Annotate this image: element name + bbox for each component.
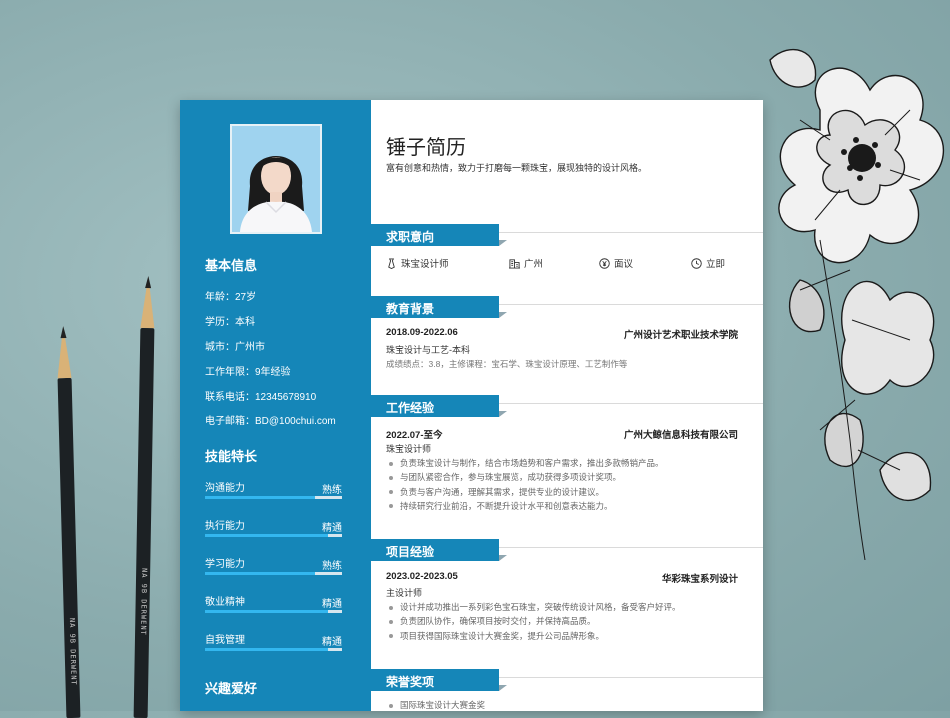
info-phone: 联系电话：12345678910: [205, 392, 317, 403]
skill-bar-fill: [205, 534, 329, 537]
education-major: 珠宝设计与工艺-本科: [386, 345, 470, 355]
list-item: 负责团队协作，确保项目按时交付，并保持高品质。: [386, 614, 681, 628]
pencil-brand-label: NA 9B DERWENT: [67, 617, 78, 686]
work-company: 广州大鲸信息科技有限公司: [623, 430, 738, 441]
skill-name: 执行能力: [205, 521, 245, 532]
skill-bar-fill: [205, 610, 329, 613]
skill-bar-fill: [205, 496, 315, 499]
skills-heading: 技能特长: [205, 449, 258, 464]
intent-position: 珠宝设计师: [386, 256, 449, 270]
section-title: 求职意向: [386, 230, 435, 244]
skill-bar-fill: [205, 572, 315, 575]
list-item: 负责珠宝设计与制作，结合市场趋势和客户需求，推出多款畅销产品。: [386, 456, 664, 470]
list-item: 负责与客户沟通，理解其需求，提供专业的设计建议。: [386, 485, 664, 499]
clock-icon: [691, 257, 702, 269]
section-header-intent: 求职意向: [371, 224, 507, 246]
list-item: 国际珠宝设计大赛金奖: [386, 698, 485, 712]
education-period: 2018.09-2022.06: [386, 327, 458, 338]
honors-bullets: 国际珠宝设计大赛金奖: [386, 698, 485, 712]
resume-sidebar: 基本信息 年龄：27岁 学历：本科 城市：广州市 工作年限：9年经验 联系电话：…: [180, 100, 371, 711]
intent-city: 广州: [509, 256, 543, 270]
section-title: 项目经验: [386, 545, 435, 559]
skill-level: 精通: [322, 599, 342, 610]
skill-level: 精通: [322, 637, 342, 648]
project-period: 2023.02-2023.05: [386, 571, 458, 582]
section-header-honors: 荣誉奖项: [371, 669, 507, 691]
skill-name: 沟通能力: [205, 483, 245, 494]
skill-level: 精通: [322, 523, 342, 534]
profile-photo: [230, 124, 322, 234]
building-icon: [509, 258, 520, 269]
hobbies-heading: 兴趣爱好: [205, 681, 258, 696]
section-title: 教育背景: [386, 302, 435, 316]
flower-illustration: [769, 49, 944, 560]
skill-level: 熟练: [322, 485, 342, 496]
education-school: 广州设计艺术职业技术学院: [623, 330, 738, 341]
skill-bar: [205, 534, 342, 537]
skill-bar-fill: [205, 648, 329, 651]
resume-sheet: 基本信息 年龄：27岁 学历：本科 城市：广州市 工作年限：9年经验 联系电话：…: [180, 100, 763, 711]
pencil-brand-label: NA 9B DERWENT: [139, 567, 149, 636]
intent-salary: 面议: [599, 256, 633, 270]
section-header-work: 工作经验: [371, 395, 507, 417]
intent-availability: 立即: [691, 256, 725, 270]
resume-main: 锤子简历 富有创意和热情，致力于打磨每一颗珠宝，展现独特的设计风格。 求职意向 …: [371, 100, 763, 711]
section-header-project: 项目经验: [371, 539, 507, 561]
section-title: 工作经验: [386, 401, 435, 415]
skill-level: 熟练: [322, 561, 342, 572]
intent-position-text: 珠宝设计师: [401, 259, 449, 270]
skill-bar: [205, 572, 342, 575]
intent-city-text: 广州: [524, 259, 544, 270]
project-name: 华彩珠宝系列设计: [661, 574, 738, 585]
basic-info-heading: 基本信息: [205, 258, 258, 273]
list-item: 项目获得国际珠宝设计大赛金奖，提升公司品牌形象。: [386, 629, 681, 643]
skill-bar: [205, 496, 342, 499]
intent-availability-text: 立即: [706, 259, 726, 270]
yen-icon: [599, 257, 610, 269]
pencil-left: NA 9B DERWENT: [56, 325, 81, 718]
info-age: 年龄：27岁: [205, 292, 257, 303]
pencil-right: NA 9B DERWENT: [133, 275, 156, 718]
work-role: 珠宝设计师: [386, 444, 432, 454]
section-title: 荣誉奖项: [386, 675, 435, 689]
info-education: 学历：本科: [205, 317, 255, 328]
intent-salary-text: 面议: [614, 259, 634, 270]
section-header-education: 教育背景: [371, 296, 507, 318]
skill-name: 学习能力: [205, 559, 245, 570]
skill-bar: [205, 610, 342, 613]
list-item: 持续研究行业前沿，不断提升设计水平和创意表达能力。: [386, 499, 664, 513]
list-item: 与团队紧密合作，参与珠宝展览，成功获得多项设计奖项。: [386, 470, 664, 484]
skill-name: 敬业精神: [205, 597, 245, 608]
info-city: 城市：广州市: [205, 342, 265, 353]
resume-slogan: 富有创意和热情，致力于打磨每一颗珠宝，展现独特的设计风格。: [386, 163, 648, 173]
skill-bar: [205, 648, 342, 651]
tie-icon: [388, 257, 395, 269]
project-role: 主设计师: [386, 588, 423, 598]
work-bullets: 负责珠宝设计与制作，结合市场趋势和客户需求，推出多款畅销产品。 与团队紧密合作，…: [386, 456, 664, 513]
education-details: 成绩绩点：3.8，主修课程：宝石学、珠宝设计原理、工艺制作等: [386, 359, 628, 369]
info-email: 电子邮箱：BD@100chui.com: [205, 416, 336, 427]
work-period: 2022.07-至今: [386, 430, 443, 441]
project-bullets: 设计并成功推出一系列彩色宝石珠宝，突破传统设计风格，备受客户好评。 负责团队协作…: [386, 600, 681, 643]
resume-title: 锤子简历: [386, 137, 466, 159]
list-item: 设计并成功推出一系列彩色宝石珠宝，突破传统设计风格，备受客户好评。: [386, 600, 681, 614]
info-experience-years: 工作年限：9年经验: [205, 367, 291, 378]
skill-name: 自我管理: [205, 635, 245, 646]
